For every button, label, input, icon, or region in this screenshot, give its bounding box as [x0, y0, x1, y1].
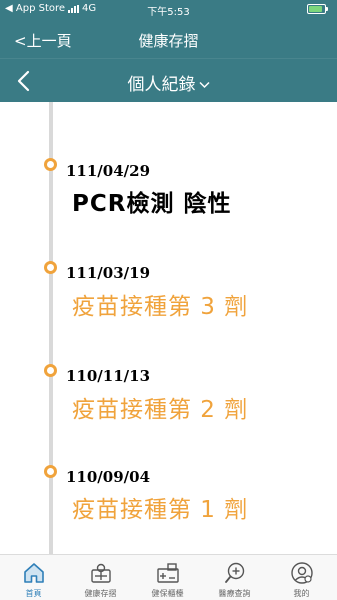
chevron-down-icon [198, 81, 210, 89]
sub-header: 個人紀錄 [0, 58, 337, 102]
entry-event: 疫苗接種第 3 劑 [72, 294, 249, 320]
health-passbook-icon [91, 563, 111, 583]
home-icon [24, 563, 44, 583]
top-nav: <上一頁 健康存摺 [0, 20, 337, 58]
tab-medical-search[interactable]: 醫療查詢 [201, 555, 268, 600]
tab-label: 我的 [293, 589, 310, 598]
insurance-counter-icon [157, 563, 179, 583]
bottom-tab-bar: 首頁 健康存摺 健保櫃檯 醫療查詢 我的 [0, 554, 337, 600]
page-title: 健康存摺 [138, 32, 199, 50]
entry-date: 111/03/19 [66, 264, 151, 282]
timeline-dot [44, 465, 57, 478]
battery-icon [307, 4, 329, 14]
tab-profile[interactable]: 我的 [268, 555, 335, 600]
status-bar: ◀ App Store 4G 下午5:53 [0, 0, 337, 20]
entry-date: 110/11/13 [66, 367, 151, 385]
entry-event: 疫苗接種第 2 劑 [72, 397, 249, 423]
record-type-label: 個人紀錄 [127, 75, 196, 95]
tab-label: 首頁 [25, 589, 42, 598]
status-time: 下午5:53 [147, 7, 190, 18]
timeline-dot [44, 261, 57, 274]
profile-icon [291, 562, 313, 584]
tab-label: 健保櫃檯 [151, 589, 184, 598]
medical-search-icon [225, 562, 245, 583]
timeline-dot [44, 364, 57, 377]
tab-insurance-counter[interactable]: 健保櫃檯 [134, 555, 201, 600]
timeline-dot [44, 158, 57, 171]
tab-label: 醫療查詢 [218, 589, 251, 598]
tab-label: 健康存摺 [84, 589, 117, 598]
entry-date: 111/04/29 [66, 162, 151, 180]
entry-event: PCR檢測 陰性 [72, 191, 232, 217]
tab-home[interactable]: 首頁 [0, 555, 67, 600]
entry-date: 110/09/04 [66, 468, 151, 486]
tab-health-passbook[interactable]: 健康存摺 [67, 555, 134, 600]
record-type-dropdown[interactable]: 個人紀錄 [0, 70, 337, 95]
entry-event: 疫苗接種第 1 劑 [72, 497, 249, 523]
